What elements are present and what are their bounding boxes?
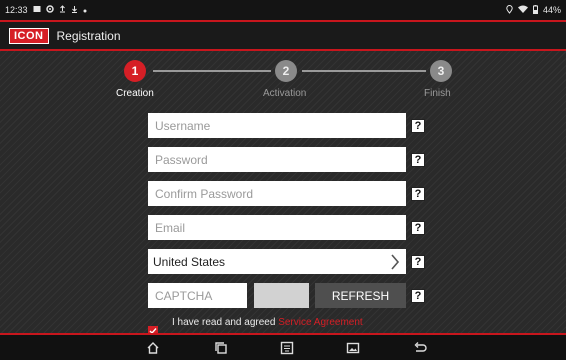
battery-icon bbox=[532, 4, 538, 16]
captcha-input[interactable] bbox=[153, 287, 247, 304]
username-help-icon[interactable]: ? bbox=[411, 119, 425, 133]
battery-level: 44% bbox=[542, 5, 561, 15]
country-select[interactable]: United States bbox=[148, 249, 406, 274]
username-input[interactable] bbox=[153, 117, 406, 134]
recent-apps-icon[interactable] bbox=[213, 340, 229, 356]
chevron-right-icon bbox=[386, 249, 404, 274]
country-help-icon[interactable]: ? bbox=[411, 255, 425, 269]
keyboard-icon[interactable] bbox=[279, 340, 295, 356]
refresh-captcha-button[interactable]: REFRESH bbox=[315, 283, 406, 308]
confirm-password-input[interactable] bbox=[153, 185, 406, 202]
back-icon[interactable] bbox=[412, 340, 428, 356]
location-icon bbox=[506, 4, 513, 16]
email-field[interactable] bbox=[148, 215, 406, 240]
wifi-icon bbox=[517, 5, 528, 15]
step-connector-1 bbox=[153, 70, 271, 72]
agreement-label: I have read and agreed bbox=[172, 317, 276, 328]
step-connector-2 bbox=[302, 70, 426, 72]
captcha-help-icon[interactable]: ? bbox=[411, 289, 425, 303]
confirm-password-field[interactable] bbox=[148, 181, 406, 206]
page-title: Registration bbox=[56, 28, 121, 43]
status-bar: 12:33 44% bbox=[0, 0, 566, 20]
service-agreement-link[interactable]: Service Agreement bbox=[278, 317, 363, 328]
dot-icon bbox=[83, 5, 87, 15]
message-icon bbox=[33, 5, 41, 15]
download-icon bbox=[71, 5, 78, 15]
captcha-image bbox=[254, 283, 309, 308]
username-field[interactable] bbox=[148, 113, 406, 138]
status-right: 44% bbox=[506, 4, 561, 16]
app-bar: ICON Registration bbox=[0, 22, 566, 49]
confirm-password-help-icon[interactable]: ? bbox=[411, 187, 425, 201]
country-value: United States bbox=[153, 254, 226, 269]
home-icon[interactable] bbox=[145, 340, 161, 356]
settings-icon bbox=[45, 5, 54, 15]
password-help-icon[interactable]: ? bbox=[411, 153, 425, 167]
navigation-bar bbox=[0, 335, 566, 360]
step-2-label: Activation bbox=[263, 88, 307, 99]
step-3-indicator: 3 bbox=[430, 60, 452, 82]
status-time: 12:33 bbox=[5, 5, 28, 15]
step-1-indicator: 1 bbox=[124, 60, 146, 82]
step-3-label: Finish bbox=[424, 88, 451, 99]
step-1-label: Creation bbox=[116, 88, 154, 99]
email-input[interactable] bbox=[153, 219, 406, 236]
step-2-indicator: 2 bbox=[275, 60, 297, 82]
password-input[interactable] bbox=[153, 151, 406, 168]
email-help-icon[interactable]: ? bbox=[411, 221, 425, 235]
captcha-field[interactable] bbox=[148, 283, 247, 308]
status-left: 12:33 bbox=[5, 5, 87, 15]
agreement-text: I have read and agreed Service Agreement bbox=[172, 317, 363, 328]
password-field[interactable] bbox=[148, 147, 406, 172]
screenshot-icon[interactable] bbox=[345, 340, 361, 356]
icon-logo: ICON bbox=[9, 27, 49, 44]
upload-icon bbox=[59, 5, 66, 15]
